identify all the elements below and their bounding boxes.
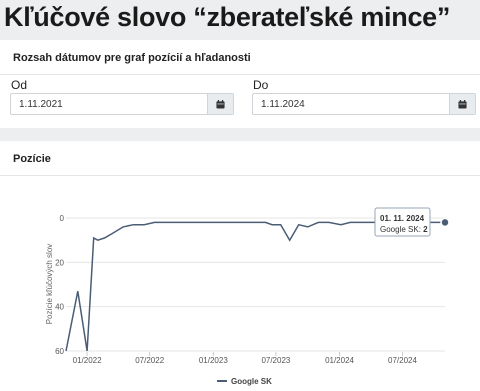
calendar-icon xyxy=(216,99,225,109)
y-tick-label: 20 xyxy=(55,258,64,267)
to-label: Do xyxy=(253,78,269,92)
x-tick-label: 01/2024 xyxy=(325,356,354,365)
tooltip-series: Google SK xyxy=(380,225,419,234)
from-date-field[interactable]: 1.11.2021 xyxy=(10,93,234,115)
positions-chart[interactable]: 0 20 40 60 01/2022 07/2022 01/2023 07/2023 01/2… xyxy=(0,141,480,391)
x-tick-label: 07/2024 xyxy=(388,356,417,365)
date-range-divider xyxy=(0,74,480,75)
from-calendar-button[interactable] xyxy=(207,94,233,114)
date-range-card: Rozsah dátumov pre graf pozícií a hľadan… xyxy=(0,40,480,128)
calendar-icon xyxy=(458,99,467,109)
x-tick-label: 01/2023 xyxy=(199,356,228,365)
from-label: Od xyxy=(11,78,28,92)
y-tick-label: 0 xyxy=(60,214,65,223)
to-date-value: 1.11.2024 xyxy=(261,99,305,110)
tooltip: 01. 11. 2024 Google SK: 2 xyxy=(374,207,431,237)
page-title: Kľúčové slovo “zberateľské mince” xyxy=(4,2,451,32)
tooltip-line: Google SK: 2 xyxy=(380,225,428,234)
last-data-point[interactable] xyxy=(440,217,450,228)
positions-card: Pozície 0 20 40 60 01/2022 07/2022 01/2023 07/… xyxy=(0,141,480,391)
date-range-header: Rozsah dátumov pre graf pozícií a hľadan… xyxy=(13,52,251,64)
x-tick-label: 01/2022 xyxy=(73,356,102,365)
y-tick-label: 60 xyxy=(55,347,64,356)
legend-label: Google SK xyxy=(231,377,272,386)
to-date-field[interactable]: 1.11.2024 xyxy=(252,93,476,115)
y-tick-label: 40 xyxy=(55,303,64,312)
to-calendar-button[interactable] xyxy=(449,94,475,114)
series-line-google-sk xyxy=(65,221,445,352)
tooltip-date: 01. 11. 2024 xyxy=(380,214,425,223)
from-date-value: 1.11.2021 xyxy=(19,99,63,110)
legend[interactable]: Google SK xyxy=(217,377,272,386)
x-tick-label: 07/2022 xyxy=(135,356,164,365)
tooltip-value: 2 xyxy=(423,225,428,234)
y-axis-label: Pozície kľúčových slov xyxy=(45,244,54,325)
x-tick-label: 07/2023 xyxy=(261,356,290,365)
